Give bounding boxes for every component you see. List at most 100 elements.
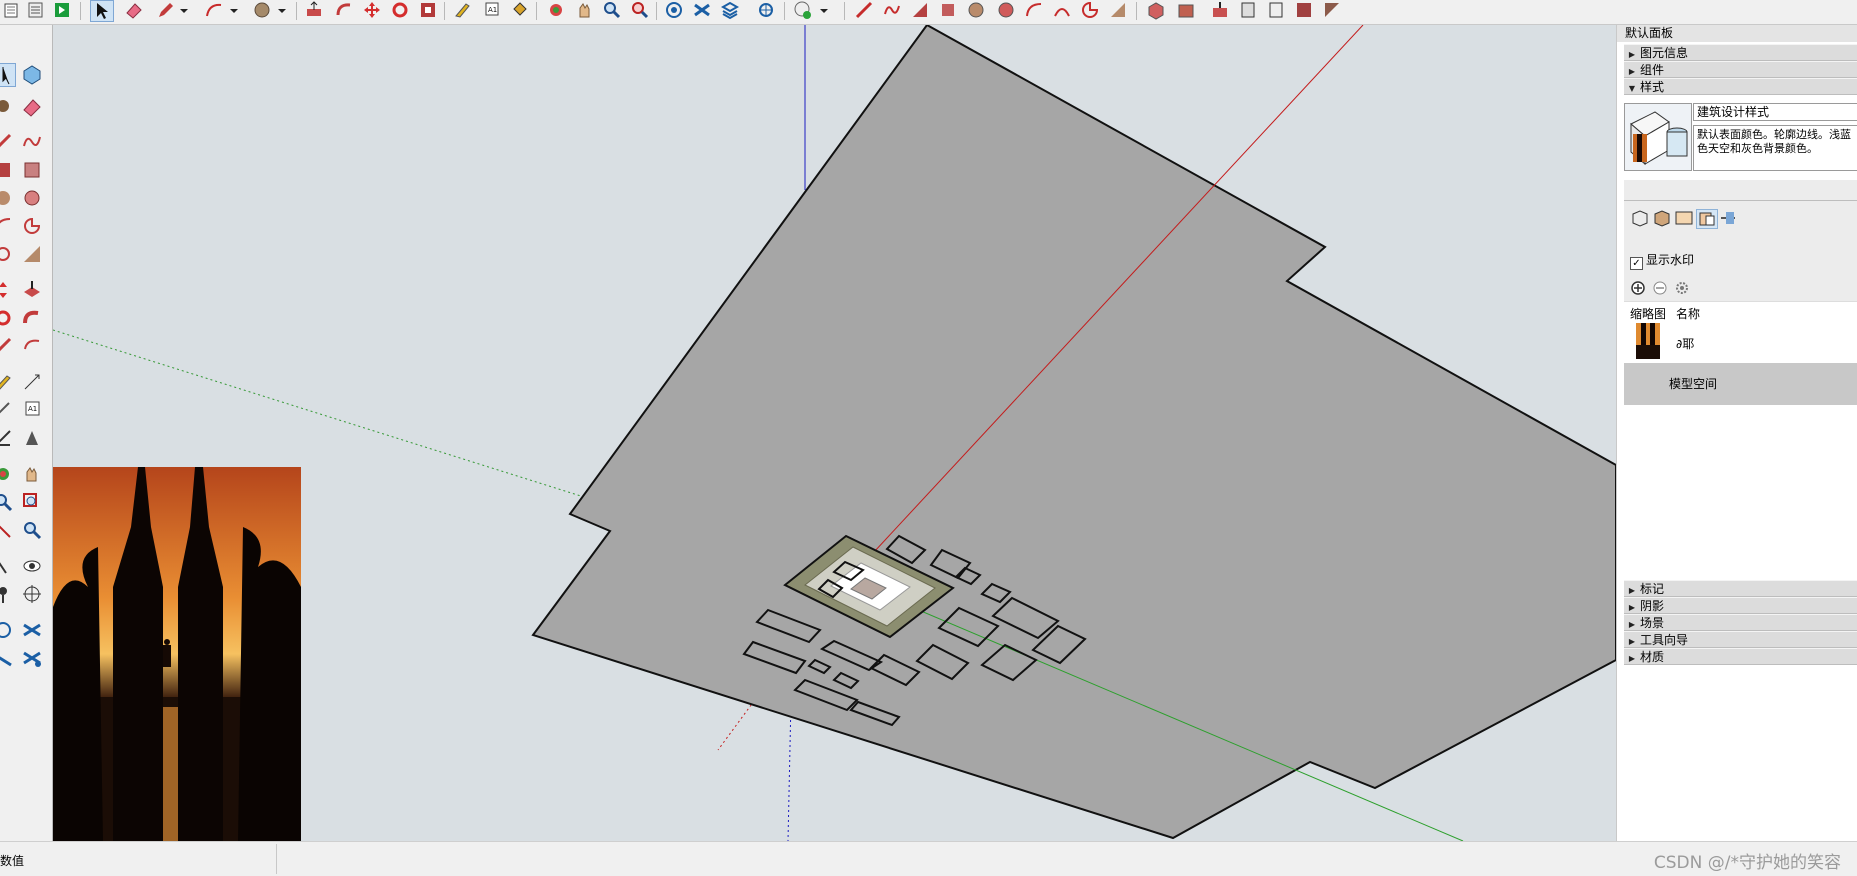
zoom-window-icon[interactable] xyxy=(21,491,43,513)
extension-warehouse-icon[interactable] xyxy=(21,619,43,641)
eraser-icon[interactable] xyxy=(124,0,144,20)
warehouse-icon[interactable] xyxy=(0,619,14,641)
text-icon[interactable]: A1 xyxy=(482,0,502,20)
chevron-down-icon[interactable] xyxy=(178,0,198,20)
warehouse-icon[interactable] xyxy=(664,0,684,20)
look-around-icon[interactable] xyxy=(21,555,43,577)
rotated-rectangle-icon[interactable] xyxy=(938,0,958,20)
arc-3pt-icon[interactable] xyxy=(1024,0,1044,20)
rotate-icon[interactable] xyxy=(390,0,410,20)
select-icon[interactable] xyxy=(0,63,16,87)
walk-icon[interactable] xyxy=(0,583,14,605)
line-icon[interactable] xyxy=(0,131,14,153)
follow-me-icon[interactable] xyxy=(334,0,354,20)
eraser-icon[interactable] xyxy=(21,95,43,117)
paint-bucket-icon[interactable] xyxy=(510,0,530,20)
extension-icon[interactable] xyxy=(692,0,712,20)
sync-icon[interactable] xyxy=(756,0,776,20)
chevron-down-icon[interactable] xyxy=(276,0,296,20)
follow-me-icon[interactable] xyxy=(21,307,43,329)
show-watermark-checkbox[interactable]: ✓ 显示水印 xyxy=(1630,253,1694,270)
share-model-icon[interactable] xyxy=(0,647,14,669)
position-camera-icon[interactable] xyxy=(0,555,14,577)
freehand-icon[interactable] xyxy=(882,0,902,20)
protractor-icon[interactable] xyxy=(0,399,14,421)
open-icon[interactable] xyxy=(2,0,22,20)
zoom-extents-icon[interactable] xyxy=(0,519,14,541)
model-space-item[interactable]: 模型空间 xyxy=(1624,363,1857,405)
arc-icon[interactable] xyxy=(204,0,224,20)
view-top-icon[interactable] xyxy=(1176,0,1196,20)
sandbox-icon[interactable] xyxy=(21,243,43,265)
pencil-icon[interactable] xyxy=(156,0,176,20)
chevron-down-icon[interactable] xyxy=(228,0,248,20)
previous-view-icon[interactable] xyxy=(21,519,43,541)
view-bottom-icon[interactable] xyxy=(1322,0,1342,20)
remove-watermark-icon[interactable] xyxy=(1652,280,1668,296)
component-icon[interactable] xyxy=(21,63,43,85)
move-icon[interactable] xyxy=(0,279,14,301)
arc-icon[interactable] xyxy=(0,215,14,237)
freehand-icon[interactable] xyxy=(21,131,43,153)
scale-icon[interactable] xyxy=(418,0,438,20)
style-description-field[interactable]: 默认表面颜色。轮廓边线。浅蓝 色天空和灰色背景颜色。 xyxy=(1693,125,1857,171)
view-right-icon[interactable] xyxy=(1238,0,1258,20)
background-settings-icon[interactable] xyxy=(1674,209,1694,227)
orbit-icon[interactable] xyxy=(0,463,14,485)
gear-icon[interactable] xyxy=(1674,280,1690,296)
push-pull-icon[interactable] xyxy=(21,279,43,301)
zoom-icon[interactable] xyxy=(602,0,622,20)
tray-tags[interactable]: ▶ 标记 xyxy=(1624,580,1857,597)
extension-manager-icon[interactable] xyxy=(21,647,43,669)
zoom-extents-icon[interactable] xyxy=(630,0,650,20)
polygon-icon[interactable] xyxy=(996,0,1016,20)
rectangle-icon[interactable] xyxy=(0,159,14,181)
watermark-settings-icon[interactable] xyxy=(1696,209,1718,229)
export-icon[interactable] xyxy=(52,0,72,20)
scale-icon[interactable] xyxy=(0,335,14,357)
tray-materials[interactable]: ▶ 材质 xyxy=(1624,648,1857,665)
pan-icon[interactable] xyxy=(21,463,43,485)
view-iso-icon[interactable] xyxy=(1146,0,1166,20)
tray-entity-info[interactable]: ▶ 图元信息 xyxy=(1624,44,1857,61)
arc-2pt-icon[interactable] xyxy=(1052,0,1072,20)
offset-icon[interactable] xyxy=(21,335,43,357)
dimension-icon[interactable] xyxy=(21,371,43,393)
arc-2pt-icon[interactable] xyxy=(0,243,14,265)
tray-components[interactable]: ▶ 组件 xyxy=(1624,61,1857,78)
3d-text-icon[interactable] xyxy=(21,427,43,449)
polygon-icon[interactable] xyxy=(21,187,43,209)
style-name-field[interactable]: 建筑设计样式 xyxy=(1693,103,1857,121)
section-plane-icon[interactable] xyxy=(21,583,43,605)
modeling-settings-icon[interactable] xyxy=(1718,209,1738,227)
paint-icon[interactable] xyxy=(0,95,14,117)
view-front-icon[interactable] xyxy=(1210,0,1230,20)
circle-icon[interactable] xyxy=(966,0,986,20)
tray-styles[interactable]: ▼ 样式 xyxy=(1624,78,1857,95)
chevron-down-icon[interactable] xyxy=(818,0,838,20)
orbit-icon[interactable] xyxy=(546,0,566,20)
watermark-list-item[interactable]: ∂耶 xyxy=(1624,321,1857,363)
pie-icon[interactable] xyxy=(1080,0,1100,20)
rectangle-icon[interactable] xyxy=(910,0,930,20)
circle-icon[interactable] xyxy=(0,187,14,209)
tray-shadows[interactable]: ▶ 阴影 xyxy=(1624,597,1857,614)
tape-measure-icon[interactable] xyxy=(0,371,14,393)
axes-icon[interactable] xyxy=(0,427,14,449)
push-pull-icon[interactable] xyxy=(304,0,324,20)
layers-icon[interactable] xyxy=(720,0,740,20)
3d-viewport[interactable] xyxy=(53,25,1616,841)
pan-icon[interactable] xyxy=(574,0,594,20)
tray-instructor[interactable]: ▶ 工具向导 xyxy=(1624,631,1857,648)
rotate-icon[interactable] xyxy=(0,307,14,329)
move-icon[interactable] xyxy=(362,0,382,20)
add-watermark-icon[interactable] xyxy=(1630,280,1646,296)
shape-icon[interactable] xyxy=(252,0,272,20)
document-icon[interactable] xyxy=(26,0,46,20)
view-left-icon[interactable] xyxy=(1294,0,1314,20)
select-tool-icon[interactable] xyxy=(90,0,114,22)
account-icon[interactable] xyxy=(792,0,812,20)
tape-measure-icon[interactable] xyxy=(452,0,472,20)
pie-icon[interactable] xyxy=(21,215,43,237)
tray-scenes[interactable]: ▶ 场景 xyxy=(1624,614,1857,631)
